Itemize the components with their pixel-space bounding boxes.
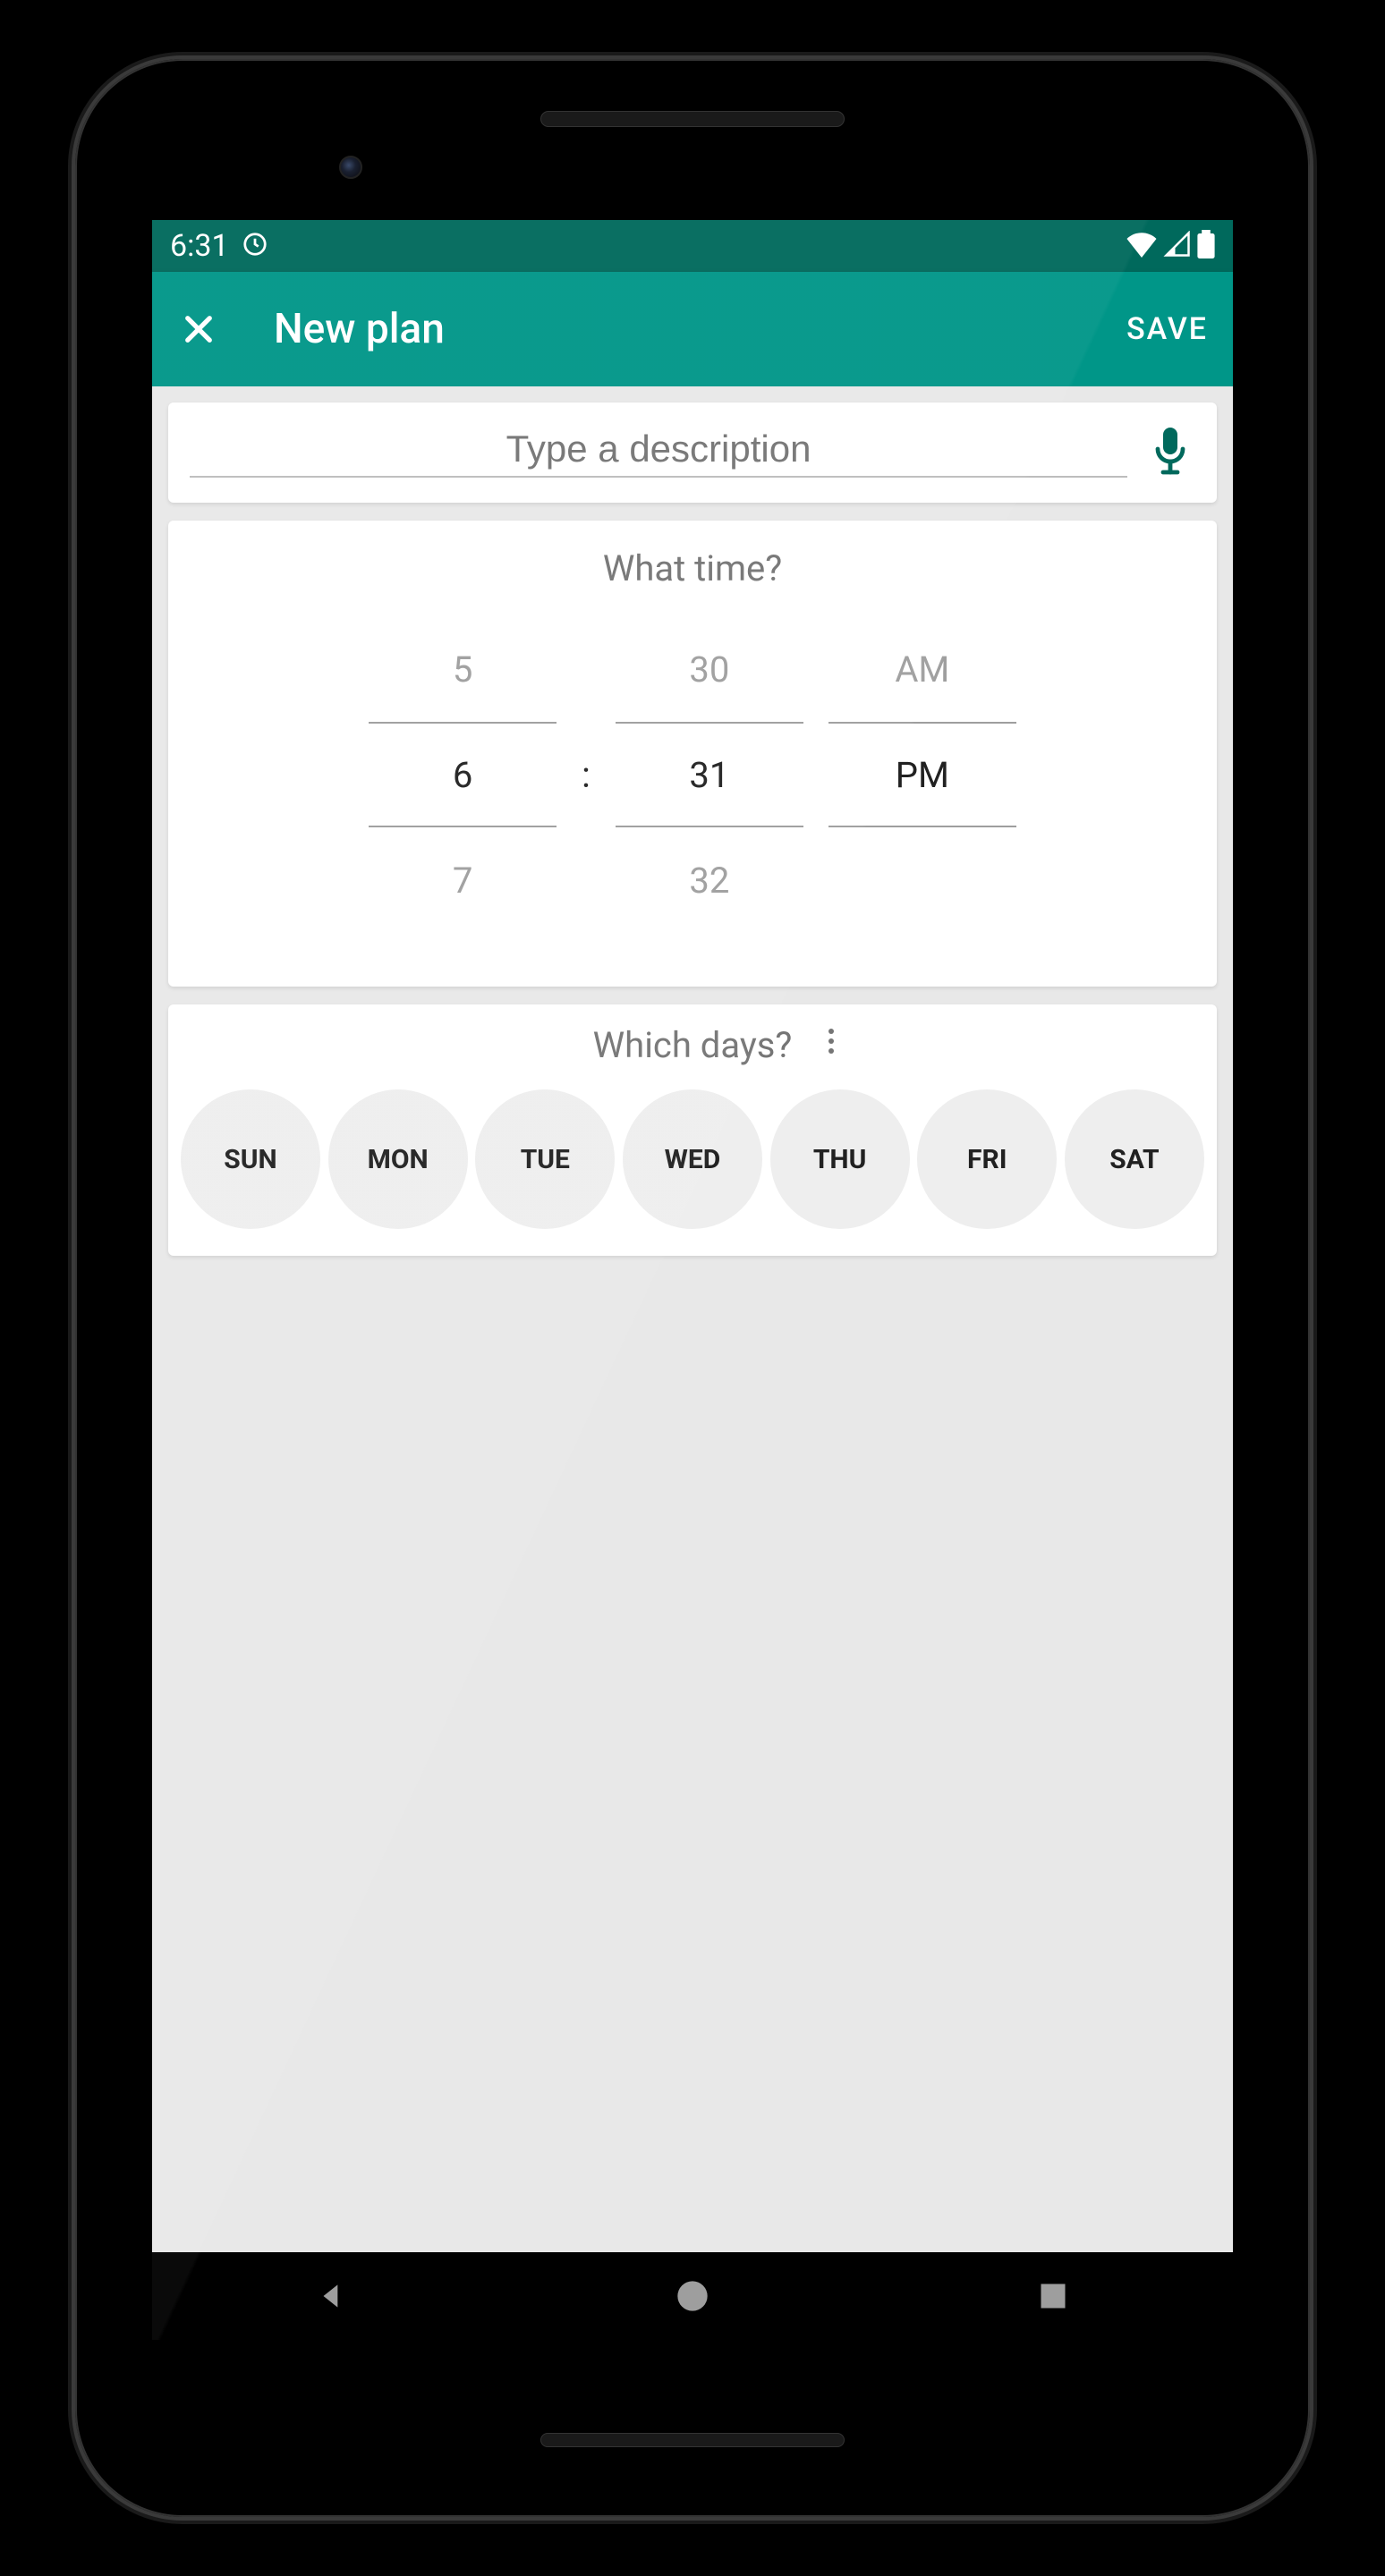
day-chip-wed[interactable]: WED — [623, 1089, 762, 1229]
recents-icon — [1037, 2280, 1069, 2312]
ampm-picker[interactable]: AM PM — [828, 616, 1016, 933]
battery-icon — [1197, 230, 1215, 262]
close-icon — [180, 310, 217, 348]
days-section-title: Which days? — [593, 1024, 793, 1066]
day-chip-mon[interactable]: MON — [328, 1089, 468, 1229]
minute-selected: 31 — [616, 722, 803, 827]
days-row: SUN MON TUE WED THU FRI SAT — [177, 1089, 1208, 1229]
content-area: What time? 5 6 7 : 30 31 32 — [152, 386, 1233, 2252]
microphone-icon — [1149, 426, 1192, 479]
page-title: New plan — [274, 305, 1073, 353]
day-chip-thu[interactable]: THU — [770, 1089, 910, 1229]
clock-icon — [242, 231, 268, 261]
ampm-selected: PM — [828, 722, 1016, 827]
days-card: Which days? SUN MON TUE WED THU FRI — [168, 1004, 1217, 1256]
phone-speaker-bottom — [540, 2433, 845, 2447]
wifi-icon — [1126, 231, 1158, 261]
hour-next: 7 — [369, 827, 557, 933]
minute-prev: 30 — [616, 616, 803, 722]
status-bar: 6:31 — [152, 220, 1233, 272]
description-card — [168, 402, 1217, 503]
home-icon — [675, 2278, 710, 2314]
description-input[interactable] — [190, 428, 1127, 470]
more-vertical-icon — [828, 1029, 834, 1034]
status-time: 6:31 — [170, 228, 229, 264]
hour-picker[interactable]: 5 6 7 — [369, 616, 557, 933]
time-separator: : — [582, 722, 591, 827]
voice-input-button[interactable] — [1145, 428, 1195, 478]
minute-picker[interactable]: 30 31 32 — [616, 616, 803, 933]
day-chip-tue[interactable]: TUE — [475, 1089, 615, 1229]
nav-home-button[interactable] — [666, 2269, 719, 2323]
hour-prev: 5 — [369, 616, 557, 722]
ampm-prev: AM — [828, 616, 1016, 722]
cellular-icon — [1163, 231, 1192, 261]
android-nav-bar — [152, 2252, 1233, 2340]
day-chip-sat[interactable]: SAT — [1065, 1089, 1204, 1229]
phone-front-camera — [339, 156, 362, 179]
nav-recents-button[interactable] — [1026, 2269, 1080, 2323]
day-chip-fri[interactable]: FRI — [917, 1089, 1057, 1229]
minute-next: 32 — [616, 827, 803, 933]
close-button[interactable] — [177, 308, 220, 351]
hour-selected: 6 — [369, 722, 557, 827]
back-icon — [315, 2276, 349, 2316]
save-button[interactable]: SAVE — [1126, 311, 1208, 347]
app-bar: New plan SAVE — [152, 272, 1233, 386]
time-section-title: What time? — [190, 547, 1195, 589]
phone-speaker-top — [540, 111, 845, 127]
time-picker-card: What time? 5 6 7 : 30 31 32 — [168, 521, 1217, 987]
ampm-next — [828, 827, 1016, 933]
days-more-button[interactable] — [818, 1029, 845, 1054]
nav-back-button[interactable] — [305, 2269, 359, 2323]
day-chip-sun[interactable]: SUN — [181, 1089, 320, 1229]
